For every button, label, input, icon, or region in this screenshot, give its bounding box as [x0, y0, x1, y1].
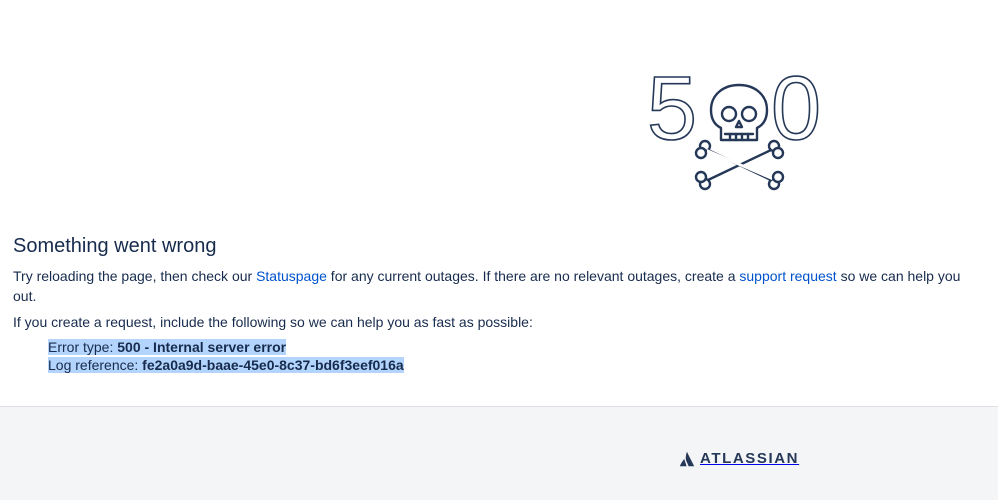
digit-five: 5	[647, 62, 697, 159]
error-type-text: Error type: 500 - Internal server error	[48, 339, 287, 355]
reload-text-start: Try reloading the page, then check our	[13, 268, 257, 284]
error-type-item: Error type: 500 - Internal server error	[48, 338, 983, 356]
error-message: Something went wrong Try reloading the p…	[13, 232, 983, 374]
atlassian-logo-text: ATLASSIAN	[700, 450, 800, 467]
request-instructions: If you create a request, include the fol…	[13, 314, 533, 330]
page-title: Something went wrong	[13, 235, 217, 257]
atlassian-logo-icon	[679, 451, 695, 467]
error-type-value: 500 - Internal server error	[117, 339, 287, 355]
atlassian-logo[interactable]: ATLASSIAN	[679, 450, 799, 468]
error-details-list: Error type: 500 - Internal server error …	[48, 338, 983, 374]
log-reference-item: Log reference: fe2a0a9d-baae-45e0-8c37-b…	[48, 356, 983, 374]
log-reference-value: fe2a0a9d-baae-45e0-8c37-bd6f3eef016a	[142, 357, 404, 373]
skull-crossbones-icon	[694, 83, 785, 191]
reload-text-middle: for any current outages. If there are no…	[326, 268, 740, 284]
error-type-label: Error type:	[48, 339, 118, 355]
log-reference-label: Log reference:	[48, 357, 143, 373]
error-page: 5 0 Something went wrong Try reloading t…	[0, 0, 998, 500]
support-request-link[interactable]: support request	[739, 268, 836, 284]
reload-instructions: Try reloading the page, then check our S…	[13, 266, 983, 306]
log-reference-text: Log reference: fe2a0a9d-baae-45e0-8c37-b…	[48, 357, 404, 373]
error-500-illustration: 5 0	[646, 62, 822, 191]
main-content-area: 5 0 Something went wrong Try reloading t…	[0, 0, 998, 406]
statuspage-link[interactable]: Statuspage	[256, 268, 327, 284]
footer: ATLASSIAN	[0, 406, 998, 500]
